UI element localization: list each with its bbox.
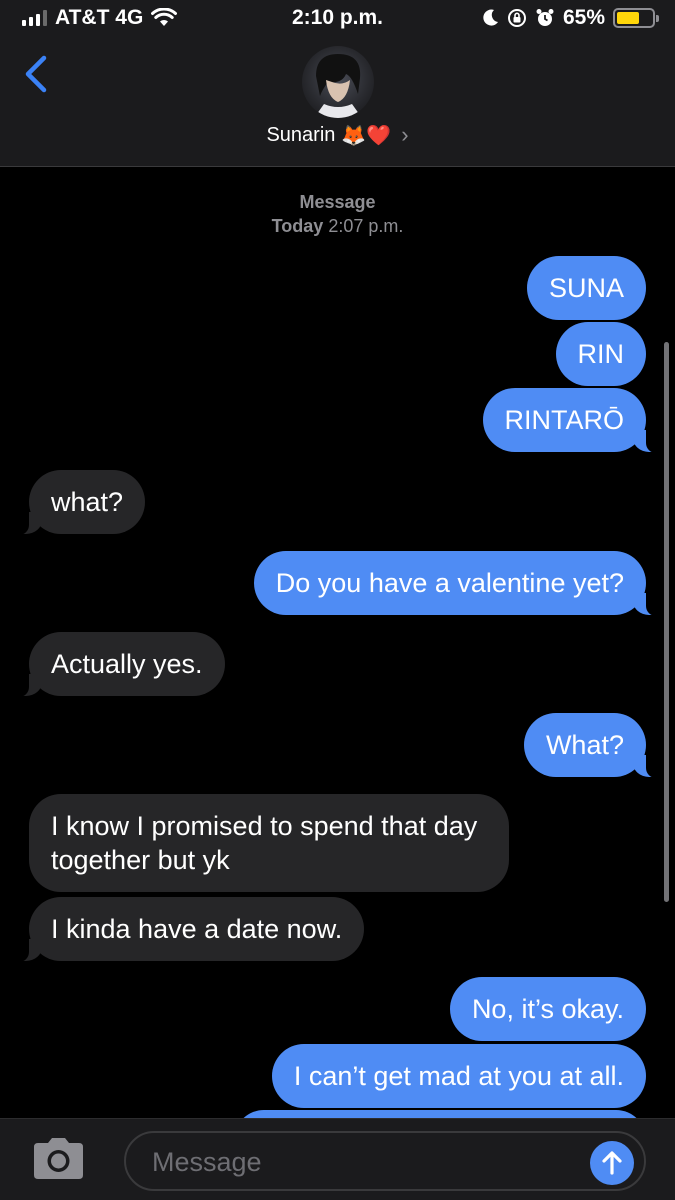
timestamp-day: Today (271, 216, 324, 236)
status-right: 65% (483, 6, 659, 30)
contact-avatar[interactable] (302, 46, 374, 118)
battery-percent: 65% (562, 6, 605, 29)
message-bubble-sent[interactable]: RINTARŌ (482, 388, 662, 453)
message-bubble-received[interactable]: I know I promised to spend that day toge… (29, 794, 509, 892)
back-chevron-icon[interactable] (20, 54, 52, 94)
message-bubble-sent[interactable]: I can’t get mad at you at all. (271, 1044, 646, 1108)
message-bubble-sent[interactable]: RIN (555, 322, 646, 386)
moon-icon (483, 9, 498, 26)
message-bubble-received[interactable]: Actually yes. (13, 632, 225, 697)
status-bar: AT&T 4G 2:10 p.m. 65% (0, 0, 675, 38)
camera-icon[interactable] (30, 1137, 87, 1181)
message-bubble-received[interactable]: what? (12, 470, 146, 535)
message-input[interactable]: Message (124, 1131, 646, 1191)
scrollbar[interactable] (664, 342, 669, 902)
alarm-icon (536, 9, 554, 26)
message-bubble-received[interactable]: I kinda have a date now. (12, 897, 365, 962)
timestamp-time: 2:07 p.m. (328, 216, 404, 236)
avatar-illustration (314, 54, 362, 118)
service-label: Message (299, 192, 376, 212)
battery-icon (613, 8, 659, 28)
message-bubble-sent[interactable]: Do you have a valentine yet? (253, 551, 663, 616)
message-thread[interactable]: Message Today 2:07 p.m. SUNA RIN RINTARŌ… (0, 168, 675, 1118)
timestamp: Today 2:07 p.m. (0, 214, 675, 238)
message-bubble-sent[interactable]: No, it’s okay. (449, 977, 646, 1041)
battery-fill (617, 12, 640, 24)
conversation-header: Sunarin 🦊❤️ › (0, 38, 675, 167)
orientation-lock-icon (507, 9, 526, 27)
message-bubble-sent[interactable]: What? (523, 713, 663, 778)
chevron-right-icon: › (401, 122, 409, 147)
contact-name-button[interactable]: Sunarin 🦊❤️ › (0, 122, 675, 148)
message-bubble-partial[interactable] (234, 1110, 646, 1118)
contact-name: Sunarin (266, 123, 336, 146)
message-placeholder: Message (152, 1147, 262, 1177)
contact-emoji: 🦊❤️ (341, 124, 392, 147)
arrow-up-icon (602, 1151, 622, 1175)
send-button[interactable] (590, 1141, 634, 1185)
input-bar: Message (0, 1118, 675, 1200)
message-bubble-sent[interactable]: SUNA (526, 256, 646, 320)
